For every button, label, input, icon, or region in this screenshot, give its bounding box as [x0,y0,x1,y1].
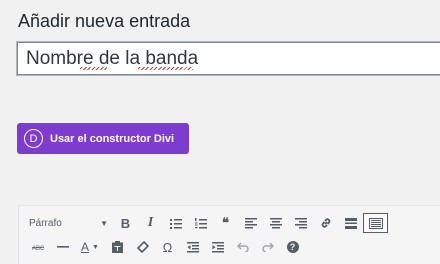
text-color-icon[interactable]: A ▼ [75,237,105,257]
chevron-down-icon: ▼ [92,243,99,251]
toolbar-toggle-icon[interactable] [363,213,388,233]
outdent-icon[interactable] [180,237,205,257]
read-more-icon[interactable] [338,213,363,233]
horizontal-line-icon[interactable] [50,237,75,257]
redo-icon[interactable] [255,237,280,257]
toolbar-row-2: ABC A ▼ Ω ? [25,236,305,258]
clear-formatting-icon[interactable] [130,237,155,257]
page-title: Añadir nueva entrada [18,11,191,31]
text-color-label: A [81,240,90,254]
numbered-list-icon[interactable] [188,213,213,233]
use-divi-builder-button[interactable]: D Usar el constructor Divi [17,123,189,154]
align-left-icon[interactable] [238,213,263,233]
special-character-icon[interactable]: Ω [155,237,180,257]
align-right-icon[interactable] [288,213,313,233]
post-title-field[interactable] [17,42,440,75]
divi-logo-icon: D [24,129,43,148]
help-icon[interactable]: ? [280,237,305,257]
blockquote-icon[interactable]: ❝ [213,213,238,233]
paragraph-format-select[interactable]: Párrafo ▼ [25,213,111,233]
link-icon[interactable] [313,213,338,233]
bullet-list-icon[interactable] [163,213,188,233]
undo-icon[interactable] [230,237,255,257]
editor-toolbar: Párrafo ▼ B I ❝ ABC A ▼ Ω ? [18,205,440,264]
paste-as-text-icon[interactable] [105,237,130,257]
bold-icon[interactable]: B [113,213,138,233]
format-select-value: Párrafo [29,217,62,229]
align-center-icon[interactable] [263,213,288,233]
divi-button-label: Usar el constructor Divi [50,132,175,145]
indent-icon[interactable] [205,237,230,257]
post-title-input[interactable] [18,43,440,74]
help-icon-glyph: ? [286,241,299,253]
chevron-down-icon: ▼ [100,218,108,228]
italic-icon[interactable]: I [138,213,163,233]
strikethrough-icon[interactable]: ABC [25,237,50,257]
svg-text:ABC: ABC [32,246,44,251]
toolbar-row-1: Párrafo ▼ B I ❝ [25,212,388,234]
